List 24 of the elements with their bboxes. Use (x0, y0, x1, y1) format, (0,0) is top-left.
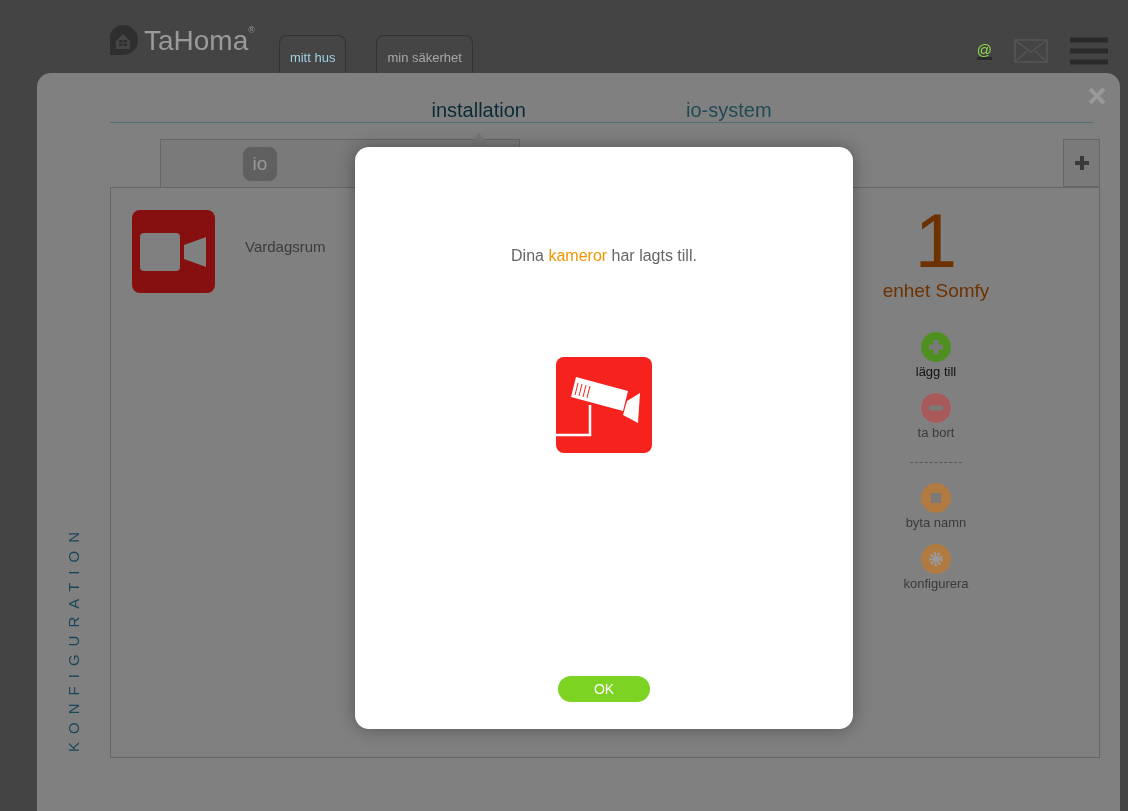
minus-icon (920, 393, 951, 423)
ok-button[interactable]: OK (558, 676, 650, 702)
io-badge: io (243, 146, 277, 181)
section-tab[interactable]: installation (431, 97, 526, 123)
dialog-message: Dina kameror har lagts till. (511, 247, 697, 265)
menu-icon[interactable] (1070, 37, 1108, 65)
add-button[interactable] (1063, 139, 1100, 187)
logo-text: TaHoma$^{®}$ (144, 25, 255, 57)
nav-tab[interactable]: mitt hus (278, 35, 347, 73)
network-button[interactable]: @ (976, 42, 992, 60)
section-label: KONFIGURATION (65, 524, 82, 752)
plus-icon (921, 332, 951, 362)
video-camera-icon (139, 232, 208, 271)
action-button[interactable]: lägg till (915, 332, 957, 387)
close-icon (1088, 87, 1106, 105)
section-tab[interactable]: io-system (685, 97, 772, 123)
nav-tab[interactable]: min säkerhet (376, 35, 473, 73)
security-camera-icon (556, 357, 652, 453)
device-count-label: enhet Somfy (882, 280, 990, 302)
gear-icon (921, 544, 951, 574)
camera-tile[interactable] (132, 210, 215, 293)
device-name: Vardagsrum (245, 238, 326, 255)
plus-icon (1073, 155, 1090, 171)
device-count: 1 (914, 206, 958, 276)
